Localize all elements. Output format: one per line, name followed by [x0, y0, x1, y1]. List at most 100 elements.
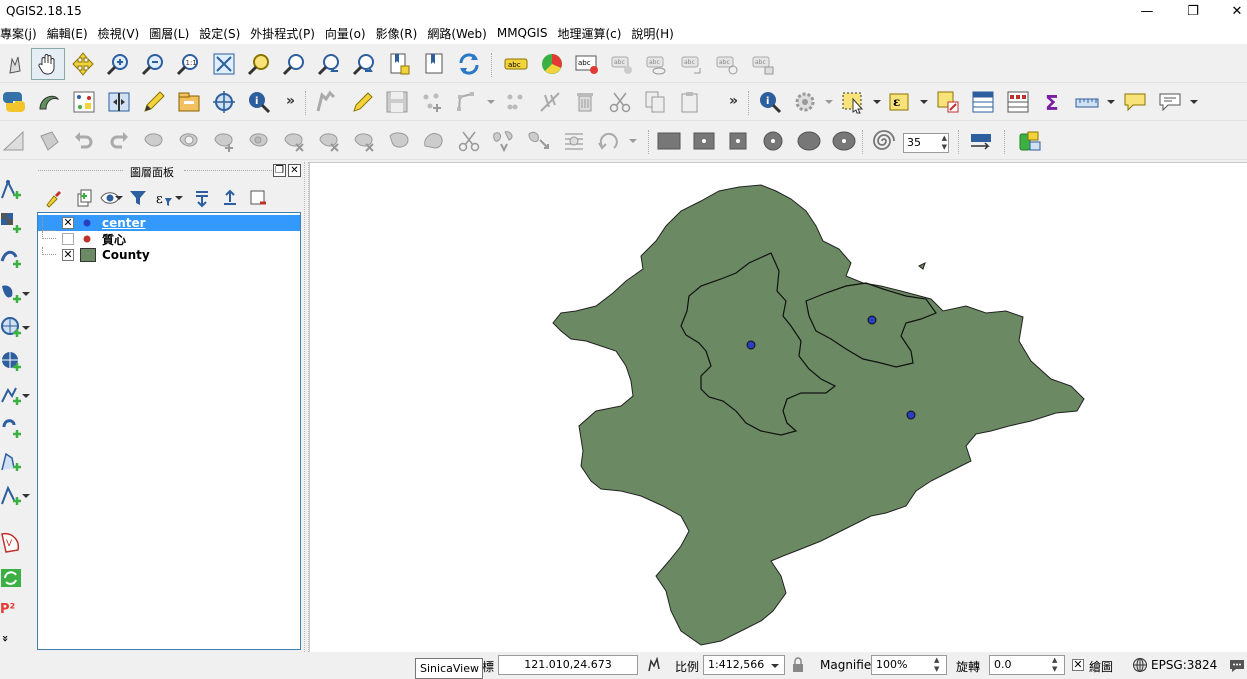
label-properties-icon[interactable]: abc: [750, 51, 776, 77]
add-spatialite-layer-icon[interactable]: [0, 247, 24, 271]
diagram-icon[interactable]: [539, 51, 565, 77]
menu-raster[interactable]: 影像(R): [371, 25, 423, 42]
add-vector-tile-icon[interactable]: V: [0, 530, 24, 554]
move-feature-icon[interactable]: [502, 89, 528, 115]
coordinate-field[interactable]: 121.010,24.673: [498, 655, 638, 675]
cad-tools-icon[interactable]: [1, 128, 27, 154]
zoom-full-icon[interactable]: [211, 51, 237, 77]
center-point-marker[interactable]: [746, 340, 756, 350]
layer-row-center[interactable]: ✕ center: [38, 215, 300, 231]
layer-visibility-checkbox[interactable]: ✕: [62, 249, 74, 261]
split-parts-icon[interactable]: [456, 128, 482, 154]
zoom-next-icon[interactable]: [351, 51, 377, 77]
center-point-marker[interactable]: [906, 410, 916, 420]
gps-tracker-icon[interactable]: [211, 89, 237, 115]
expand-all-icon[interactable]: [192, 188, 212, 208]
toolbar-overflow-button[interactable]: »: [729, 93, 738, 109]
spin-arrows-icon[interactable]: ▲ ▼: [942, 134, 947, 152]
refresh-icon[interactable]: [456, 51, 482, 77]
georeferencer-icon[interactable]: [36, 89, 62, 115]
new-bookmark-icon[interactable]: [386, 51, 412, 77]
rotate-symbols-icon[interactable]: [561, 128, 587, 154]
label-toolbar-icon[interactable]: abc: [503, 51, 529, 77]
crs-label[interactable]: EPSG:3824: [1151, 658, 1217, 672]
add-group-icon[interactable]: [74, 188, 94, 208]
simplify-feature-icon[interactable]: [141, 128, 167, 154]
shape-ellipse-icon[interactable]: [796, 128, 822, 154]
chevron-down-icon[interactable]: [770, 661, 780, 671]
shape-rectangle-center-icon[interactable]: [691, 128, 717, 154]
annotation-text-icon[interactable]: [1157, 89, 1183, 115]
offset-curve-icon[interactable]: [386, 128, 412, 154]
save-edits-icon[interactable]: [384, 89, 410, 115]
menu-plugins[interactable]: 外掛程式(P): [245, 25, 320, 42]
chevron-down-icon[interactable]: [20, 288, 32, 300]
zoom-to-layer-icon[interactable]: [281, 51, 307, 77]
chevron-down-icon[interactable]: [816, 89, 842, 115]
spiral-icon[interactable]: [869, 128, 895, 154]
add-oracle-layer-icon[interactable]: [0, 417, 24, 441]
spin-arrows-icon[interactable]: ▲ ▼: [1052, 656, 1057, 674]
chevron-down-icon[interactable]: [620, 128, 646, 154]
add-part-icon[interactable]: [211, 128, 237, 154]
statistics-sigma-icon[interactable]: Σ: [1040, 89, 1066, 115]
chevron-down-icon[interactable]: [1181, 89, 1207, 115]
remove-layer-icon[interactable]: [248, 188, 268, 208]
toolbar-overflow-button[interactable]: »: [286, 93, 295, 109]
left-toolbar-overflow-button[interactable]: »: [0, 635, 12, 642]
paste-features-icon[interactable]: [677, 89, 703, 115]
attribute-table-icon[interactable]: [970, 89, 996, 115]
undo-history-icon[interactable]: [36, 128, 62, 154]
split-features-icon[interactable]: [421, 128, 447, 154]
database-plugin-icon[interactable]: [1017, 128, 1043, 154]
filter-expression-icon[interactable]: ε: [154, 188, 174, 208]
add-raster-layer-icon[interactable]: [0, 212, 24, 236]
deselect-all-icon[interactable]: [935, 89, 961, 115]
panel-close-button[interactable]: ✕: [288, 164, 301, 177]
fill-ring-icon[interactable]: [246, 128, 272, 154]
current-edits-icon[interactable]: [314, 89, 340, 115]
menu-project[interactable]: 專案(j): [0, 25, 42, 42]
menu-mmqgis[interactable]: MMQGIS: [492, 26, 553, 40]
pan-to-selection-icon[interactable]: [70, 51, 96, 77]
chevron-down-icon[interactable]: [20, 322, 32, 334]
chevron-down-icon[interactable]: [1098, 89, 1124, 115]
chevron-down-icon[interactable]: [20, 490, 32, 502]
shape-rectangle-icon[interactable]: [656, 128, 682, 154]
identify-features-icon[interactable]: i: [757, 89, 783, 115]
reshape-features-icon[interactable]: [351, 128, 377, 154]
collapse-all-icon[interactable]: [220, 188, 240, 208]
center-point-marker[interactable]: [867, 315, 877, 325]
chevron-down-icon[interactable]: [20, 390, 32, 402]
select-features-icon[interactable]: [840, 89, 866, 115]
menu-processing[interactable]: 地理運算(c): [552, 25, 626, 42]
menu-settings[interactable]: 設定(S): [194, 25, 245, 42]
toggle-extents-icon[interactable]: [646, 657, 662, 673]
zoom-last-icon[interactable]: [316, 51, 342, 77]
redo-icon[interactable]: [106, 128, 132, 154]
layer-row-centroid[interactable]: 質心: [38, 231, 300, 247]
message-log-icon[interactable]: [1228, 656, 1246, 674]
p2-plugin-button[interactable]: P²: [0, 602, 15, 617]
menu-edit[interactable]: 編輯(E): [42, 25, 93, 42]
add-vector-layer-icon[interactable]: [0, 178, 24, 202]
map-tips-icon[interactable]: [1122, 89, 1148, 115]
vertex-tool-icon[interactable]: [454, 89, 480, 115]
close-button[interactable]: ✕: [1214, 0, 1247, 22]
delete-selected-icon[interactable]: [572, 89, 598, 115]
shape-circle-icon[interactable]: [760, 128, 786, 154]
merge-attributes-icon[interactable]: [526, 128, 552, 154]
minimize-button[interactable]: —: [1124, 0, 1170, 22]
lock-icon[interactable]: [791, 657, 805, 673]
label-pin-icon[interactable]: abc: [574, 51, 600, 77]
identify-plugin-icon[interactable]: i: [246, 89, 272, 115]
zoom-out-icon[interactable]: [140, 51, 166, 77]
toggle-editing-icon[interactable]: [349, 89, 375, 115]
measure-line-icon[interactable]: [1074, 89, 1100, 115]
label-move-icon[interactable]: abc: [609, 51, 635, 77]
raster-alignment-icon[interactable]: [106, 89, 132, 115]
spin-arrows-icon[interactable]: ▲ ▼: [934, 656, 939, 674]
chevron-down-icon[interactable]: [114, 193, 124, 203]
shape-square-icon[interactable]: [725, 128, 751, 154]
crs-globe-icon[interactable]: [1132, 657, 1148, 673]
